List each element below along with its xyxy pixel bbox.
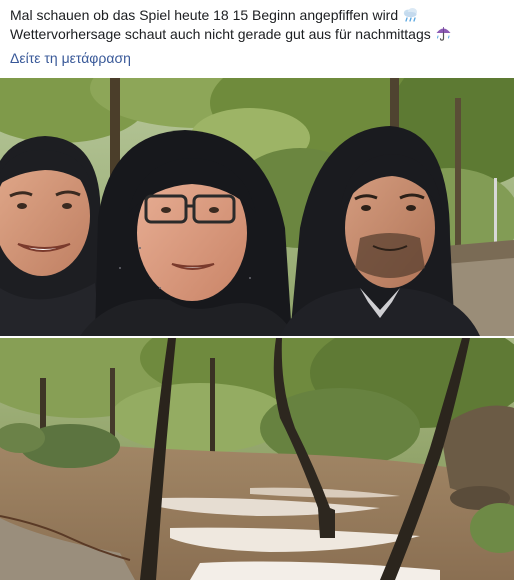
post-text-line-2: Wettervorhersage schaut auch nicht gerad… [10, 25, 506, 44]
post-text: Mal schauen ob das Spiel heute 18 15 Beg… [10, 6, 506, 44]
post-text-line-1: Mal schauen ob das Spiel heute 18 15 Beg… [10, 6, 506, 25]
umbrella-rain-icon [435, 25, 452, 41]
post-text-line-2-content: Wettervorhersage schaut auch nicht gerad… [10, 26, 431, 42]
rain-cloud-icon [402, 6, 419, 22]
see-translation-link[interactable]: Δείτε τη μετάφραση [10, 49, 131, 67]
facebook-post: Mal schauen ob das Spiel heute 18 15 Beg… [0, 0, 514, 580]
selfie-photo[interactable] [0, 78, 514, 336]
post-text-line-1-content: Mal schauen ob das Spiel heute 18 15 Beg… [10, 7, 399, 23]
flood-photo[interactable] [0, 338, 514, 580]
